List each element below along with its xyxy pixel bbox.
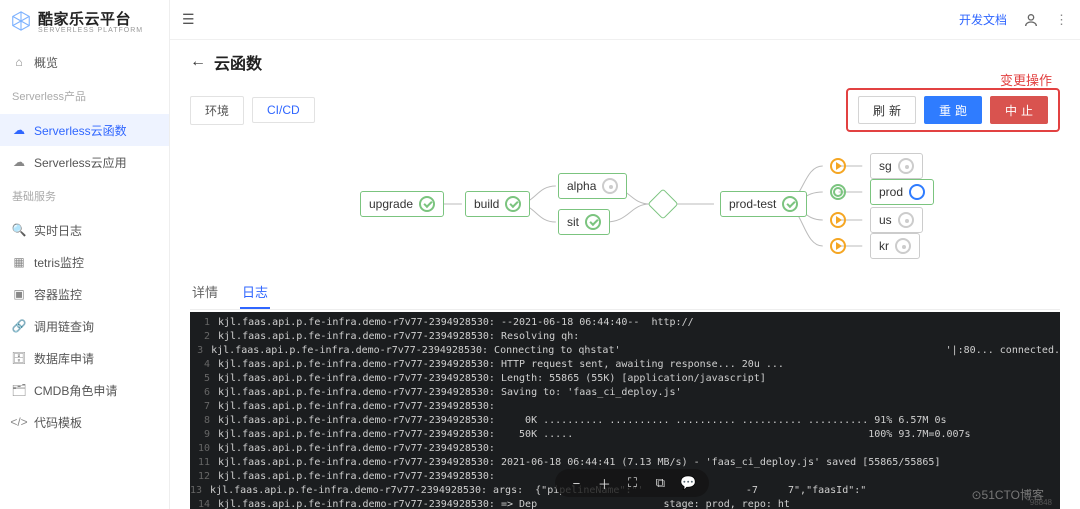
status-success-icon <box>782 196 798 212</box>
node-prod[interactable]: prod <box>870 179 934 205</box>
menu-toggle-icon[interactable]: ☰ <box>182 11 195 28</box>
sidebar-item-cmdb[interactable]: 🗂CMDB角色申请 <box>0 374 169 406</box>
log-line: 11kjl.faas.api.p.fe-infra.demo-r7v77-239… <box>190 456 1060 470</box>
log-line: 3kjl.faas.api.p.fe-infra.demo-r7v77-2394… <box>190 344 1060 358</box>
database-icon: 🗄 <box>12 351 26 365</box>
page-title: 云函数 <box>214 50 262 74</box>
status-idle-icon <box>898 158 914 174</box>
sidebar-item-app[interactable]: ☁Serverless云应用 <box>0 146 169 178</box>
node-upgrade[interactable]: upgrade <box>360 191 444 217</box>
change-ops-panel: 变更操作 刷新 重跑 中止 <box>846 88 1060 132</box>
status-idle-icon <box>898 212 914 228</box>
header: ☰ 开发文档 ⋮ <box>170 0 1080 40</box>
tab-cicd[interactable]: CI/CD <box>252 97 315 123</box>
abort-button[interactable]: 中止 <box>990 96 1048 124</box>
log-line: 14kjl.faas.api.p.fe-infra.demo-r7v77-239… <box>190 498 1060 509</box>
status-idle-icon <box>895 238 911 254</box>
sidebar-item-overview[interactable]: ⌂概览 <box>0 46 169 78</box>
sidebar-item-log[interactable]: 🔍实时日志 <box>0 214 169 246</box>
node-us[interactable]: us <box>870 207 923 233</box>
link-icon: 🔗 <box>12 319 26 333</box>
sidebar-item-db[interactable]: 🗄数据库申请 <box>0 342 169 374</box>
sidebar-item-tmpl[interactable]: </>代码模板 <box>0 406 169 438</box>
home-icon: ⌂ <box>12 55 26 69</box>
more-icon[interactable]: ⋮ <box>1055 12 1068 28</box>
comment-icon[interactable]: 💬 <box>679 474 697 492</box>
log-line: 7kjl.faas.api.p.fe-infra.demo-r7v77-2394… <box>190 400 1060 414</box>
back-button[interactable]: ← <box>190 53 206 71</box>
sidebar: 酷家乐云平台 SERVERLESS PLATFORM ⌂概览 Serverles… <box>0 0 170 509</box>
grid-icon: ▦ <box>12 255 26 269</box>
status-running-icon <box>909 184 925 200</box>
tab-env[interactable]: 环境 <box>190 96 244 125</box>
status-pending-icon <box>602 178 618 194</box>
sidebar-item-chain[interactable]: 🔗调用链查询 <box>0 310 169 342</box>
node-kr[interactable]: kr <box>870 233 920 259</box>
log-line: 6kjl.faas.api.p.fe-infra.demo-r7v77-2394… <box>190 386 1060 400</box>
log-line: 1kjl.faas.api.p.fe-infra.demo-r7v77-2394… <box>190 316 1060 330</box>
copy-icon[interactable]: ⧉ <box>651 474 669 492</box>
refresh-button[interactable]: 刷新 <box>858 96 916 124</box>
node-build[interactable]: build <box>465 191 530 217</box>
logo-icon <box>10 10 32 32</box>
fullscreen-icon[interactable]: ⛶ <box>623 474 641 492</box>
status-play-icon[interactable] <box>830 212 846 228</box>
log-line: 5kjl.faas.api.p.fe-infra.demo-r7v77-2394… <box>190 372 1060 386</box>
node-sit[interactable]: sit <box>558 209 610 235</box>
zoom-in-icon[interactable]: ＋ <box>595 474 613 492</box>
node-prodtest[interactable]: prod-test <box>720 191 807 217</box>
status-success-icon <box>505 196 521 212</box>
detail-tab-detail[interactable]: 详情 <box>190 276 220 309</box>
node-alpha[interactable]: alpha <box>558 173 627 199</box>
log-line: 10kjl.faas.api.p.fe-infra.demo-r7v77-239… <box>190 442 1060 456</box>
status-play-icon[interactable] <box>830 158 846 174</box>
role-icon: 🗂 <box>12 383 26 397</box>
search-icon: 🔍 <box>12 223 26 237</box>
status-success-icon <box>585 214 601 230</box>
detail-tab-log[interactable]: 日志 <box>240 276 270 309</box>
code-icon: </> <box>12 415 26 429</box>
watermark-id: 98848 <box>1030 498 1052 507</box>
node-sg[interactable]: sg <box>870 153 923 179</box>
sidebar-item-tetris[interactable]: ▦tetris监控 <box>0 246 169 278</box>
log-line: 8kjl.faas.api.p.fe-infra.demo-r7v77-2394… <box>190 414 1060 428</box>
log-line: 4kjl.faas.api.p.fe-infra.demo-r7v77-2394… <box>190 358 1060 372</box>
sidebar-section-serverless: Serverless产品 <box>0 78 169 108</box>
app-icon: ☁ <box>12 155 26 169</box>
log-line: 9kjl.faas.api.p.fe-infra.demo-r7v77-2394… <box>190 428 1060 442</box>
logo-text: 酷家乐云平台 <box>38 8 143 29</box>
log-line: 2kjl.faas.api.p.fe-infra.demo-r7v77-2394… <box>190 330 1060 344</box>
zoom-out-icon[interactable]: − <box>567 474 585 492</box>
user-icon[interactable] <box>1023 12 1039 28</box>
cube-icon: ▣ <box>12 287 26 301</box>
docs-link[interactable]: 开发文档 <box>959 11 1007 28</box>
rerun-button[interactable]: 重跑 <box>924 96 982 124</box>
terminal-toolbar: − ＋ ⛶ ⧉ 💬 <box>555 469 709 497</box>
pipeline-graph: upgrade build alpha sit prod-test sg pro… <box>190 146 1060 266</box>
sidebar-item-fn[interactable]: ☁Serverless云函数 <box>0 114 169 146</box>
change-ops-label: 变更操作 <box>1000 70 1052 89</box>
sidebar-item-container[interactable]: ▣容器监控 <box>0 278 169 310</box>
sidebar-section-base: 基础服务 <box>0 178 169 208</box>
status-play-icon[interactable] <box>830 238 846 254</box>
logo-area: 酷家乐云平台 SERVERLESS PLATFORM <box>0 0 169 40</box>
status-success-icon <box>419 196 435 212</box>
logo-subtext: SERVERLESS PLATFORM <box>38 27 143 34</box>
status-running-icon <box>830 184 846 200</box>
function-icon: ☁ <box>12 123 26 137</box>
